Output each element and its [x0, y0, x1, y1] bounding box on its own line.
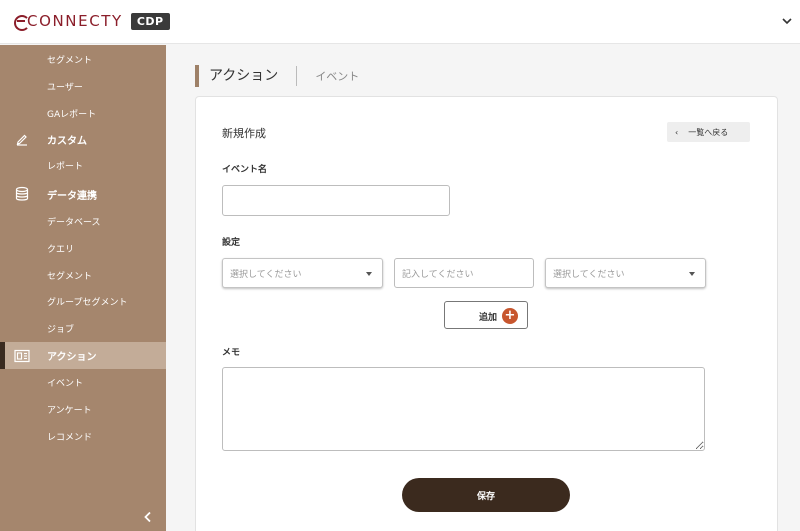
sidebar-item-survey[interactable]: アンケート [0, 400, 166, 418]
tab-action[interactable]: アクション [195, 65, 278, 87]
sidebar-item-recommend[interactable]: レコメンド [0, 427, 166, 445]
save-button[interactable]: 保存 [402, 478, 570, 512]
sidebar-item-job[interactable]: ジョブ [0, 319, 166, 337]
logo-mark-icon [14, 13, 30, 31]
logo[interactable]: CONNECTY CDP [14, 12, 170, 31]
event-name-label: イベント名 [222, 165, 268, 175]
sidebar-item-label: アクション [47, 352, 97, 363]
sidebar-item-label: ユーザー [47, 82, 83, 93]
settings-text-input[interactable]: 記入してください [394, 258, 534, 288]
sidebar-item-label: データベース [47, 217, 101, 228]
sidebar-item-label: カスタム [47, 135, 87, 147]
chevron-down-icon[interactable] [780, 14, 794, 28]
sidebar-item-segment-2[interactable]: セグメント [0, 266, 166, 284]
caret-down-icon [366, 272, 372, 276]
sidebar-item-users[interactable]: ユーザー [0, 77, 166, 95]
sidebar-item-database[interactable]: データベース [0, 212, 166, 230]
sidebar-item-event[interactable]: イベント [0, 373, 166, 391]
sidebar-item-segment[interactable]: セグメント [0, 50, 166, 68]
select-placeholder: 選択してください [553, 269, 625, 280]
settings-label: 設定 [222, 238, 241, 248]
sidebar-item-label: イベント [47, 378, 84, 389]
plus-icon: + [502, 308, 518, 324]
input-placeholder: 記入してください [402, 269, 474, 280]
back-button-label: 一覧へ戻る [688, 127, 729, 137]
add-button-label: 追加 [479, 313, 498, 323]
save-button-label: 保存 [476, 491, 495, 502]
memo-textarea[interactable] [222, 367, 705, 451]
action-icon [14, 348, 30, 364]
sidebar: セグメント ユーザー GAレポート カスタム レポート データ連携 データベース… [0, 45, 166, 531]
event-name-input[interactable] [222, 185, 450, 216]
sidebar-item-label: グループセグメント [47, 297, 128, 308]
sidebar-item-query[interactable]: クエリ [0, 239, 166, 257]
sidebar-item-label: クエリ [47, 244, 75, 255]
select-placeholder: 選択してください [230, 269, 302, 280]
sidebar-group-custom[interactable]: カスタム [0, 128, 166, 150]
sidebar-item-label: レコメンド [47, 432, 93, 443]
sidebar-item-label: ジョブ [47, 324, 75, 335]
chevron-left-icon: ‹ [675, 127, 679, 137]
chevron-left-icon[interactable] [142, 511, 154, 523]
sidebar-group-action[interactable]: アクション [0, 342, 166, 369]
sidebar-item-label: レポート [47, 161, 84, 172]
database-icon [14, 186, 30, 202]
sidebar-item-group-segment[interactable]: グループセグメント [0, 292, 166, 310]
sidebar-item-label: GAレポート [47, 109, 97, 120]
sidebar-item-label: データ連携 [47, 190, 97, 202]
sidebar-item-ga-report[interactable]: GAレポート [0, 104, 166, 122]
back-to-list-button[interactable]: ‹ 一覧へ戻る [667, 122, 750, 142]
form-title: 新規作成 [222, 127, 266, 140]
sidebar-item-label: セグメント [47, 55, 93, 66]
memo-label: メモ [222, 348, 241, 358]
page-tabs: アクション イベント [195, 64, 359, 88]
sidebar-group-data-link[interactable]: データ連携 [0, 183, 166, 205]
sidebar-item-report[interactable]: レポート [0, 156, 166, 174]
pencil-icon [14, 131, 30, 147]
tab-event[interactable]: イベント [315, 68, 359, 84]
settings-select-1[interactable]: 選択してください [222, 258, 383, 288]
sidebar-item-label: セグメント [47, 271, 93, 282]
app-header: CONNECTY CDP [0, 0, 800, 44]
caret-down-icon [689, 272, 695, 276]
logo-text: CONNECTY [27, 12, 123, 30]
settings-select-2[interactable]: 選択してください [545, 258, 706, 288]
tab-divider [296, 66, 298, 86]
add-button[interactable]: 追加 + [444, 301, 528, 329]
sidebar-item-label: アンケート [47, 405, 92, 416]
logo-badge: CDP [130, 12, 170, 30]
